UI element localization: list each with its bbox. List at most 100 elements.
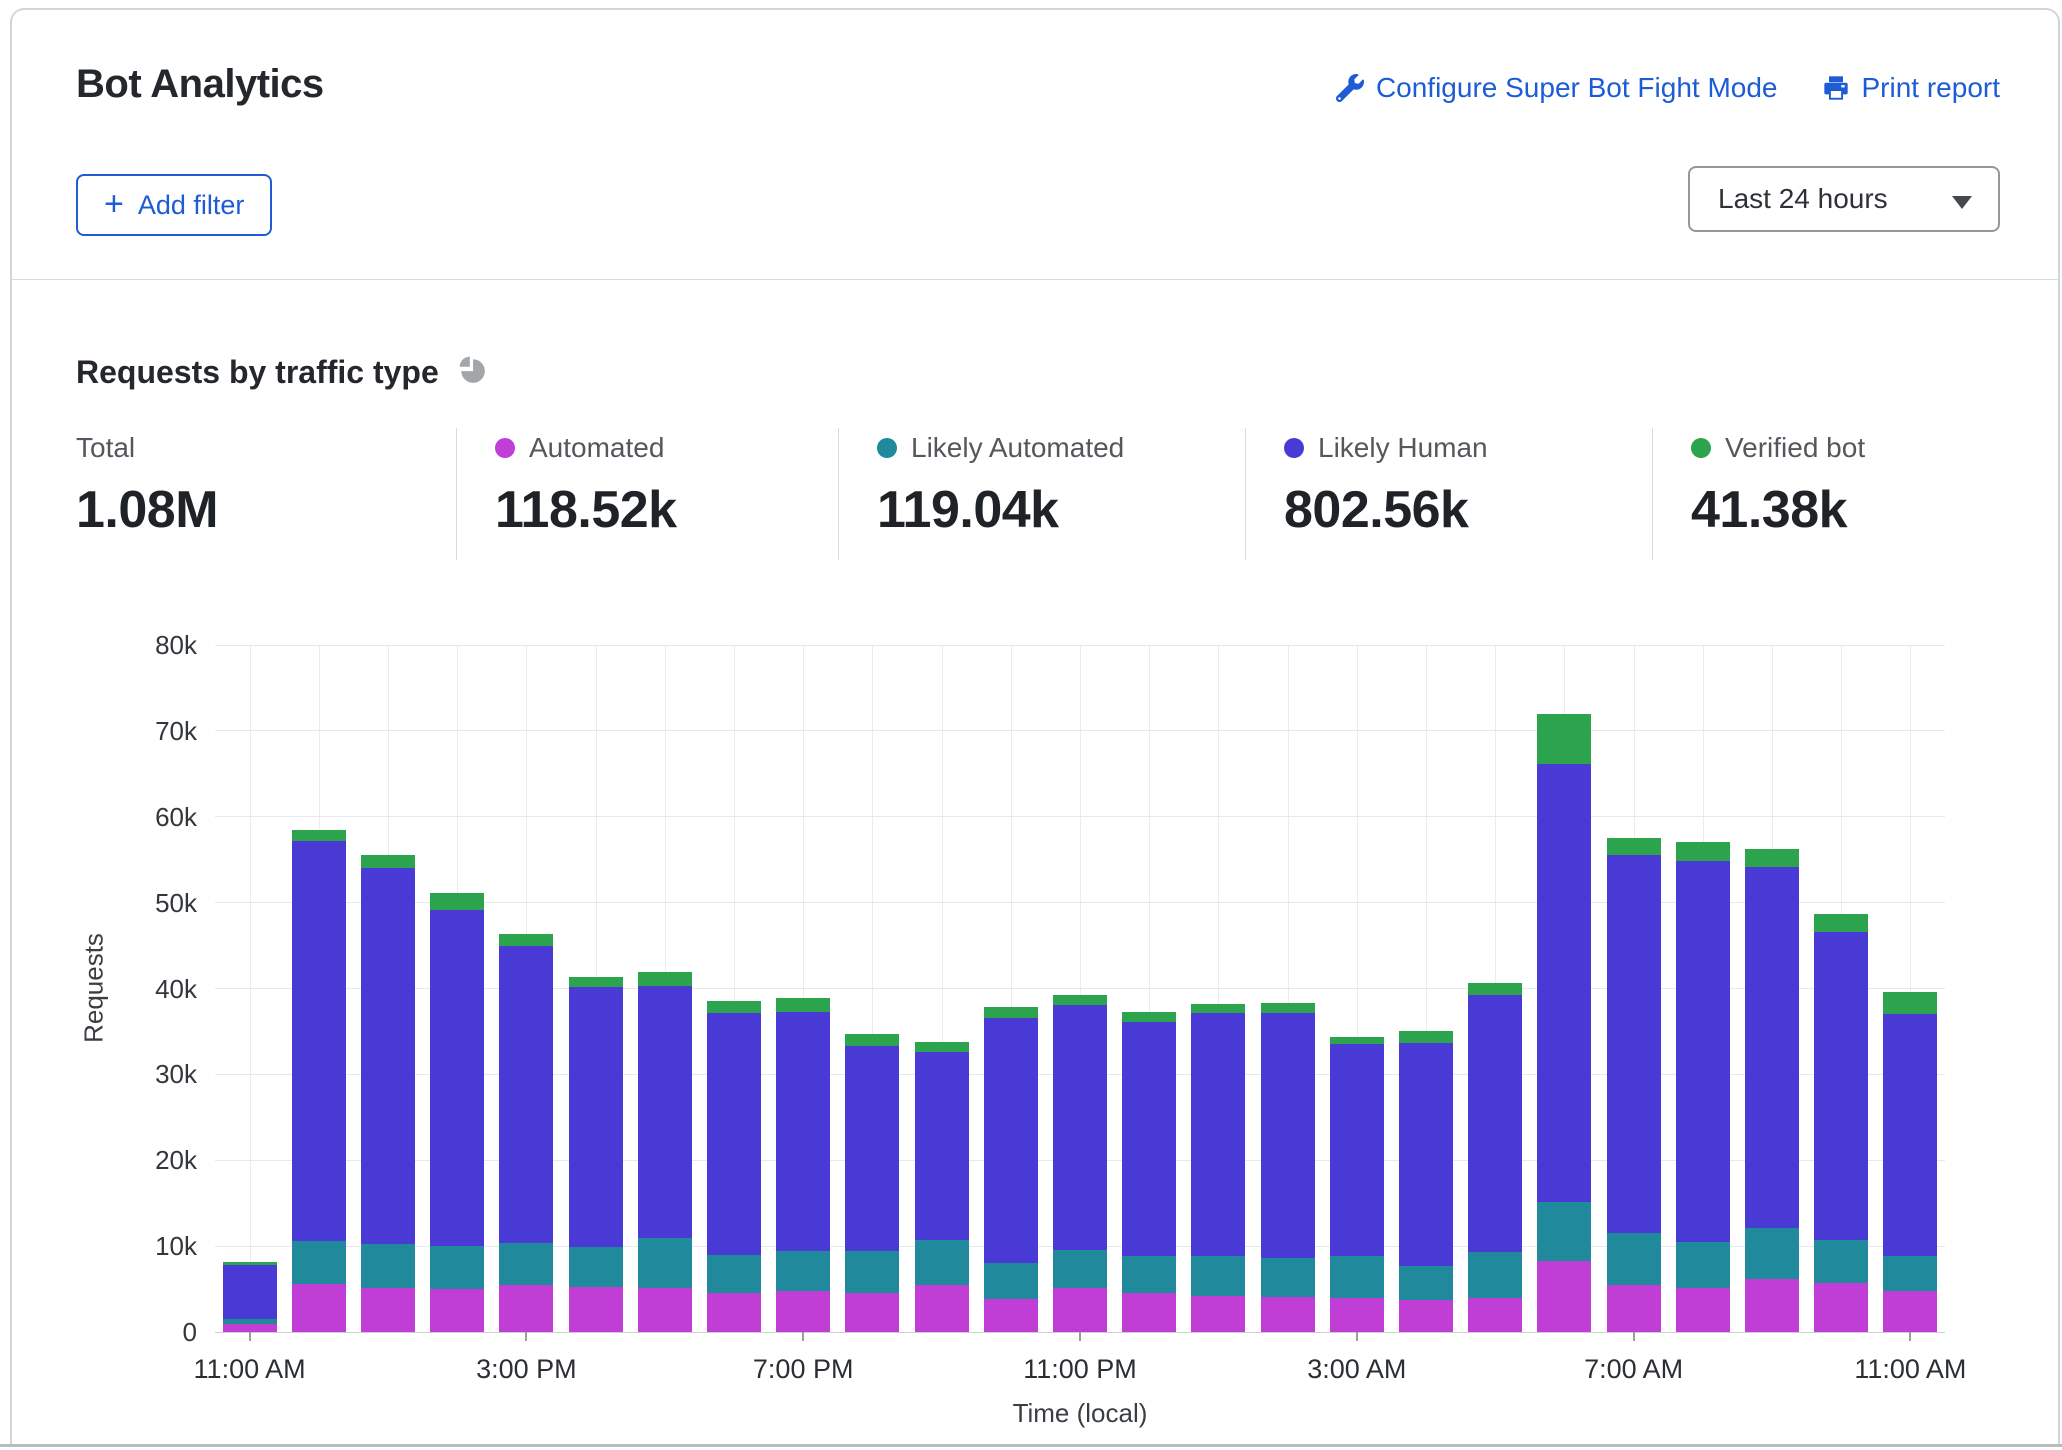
bar-segment-verified-bot[interactable] — [1883, 992, 1937, 1014]
bar-segment-likely-human[interactable] — [638, 986, 692, 1238]
bar-segment-likely-human[interactable] — [1607, 855, 1661, 1233]
bar-stack[interactable] — [915, 645, 969, 1332]
bar-segment-verified-bot[interactable] — [984, 1007, 1038, 1018]
bar-segment-automated[interactable] — [707, 1293, 761, 1332]
bar-segment-verified-bot[interactable] — [1053, 995, 1107, 1005]
bar-stack[interactable] — [845, 645, 899, 1332]
bar-segment-likely-automated[interactable] — [1745, 1228, 1799, 1279]
bar-segment-automated[interactable] — [1676, 1288, 1730, 1332]
bar-segment-verified-bot[interactable] — [1330, 1037, 1384, 1045]
bar-segment-likely-automated[interactable] — [1261, 1258, 1315, 1297]
bar-segment-likely-automated[interactable] — [1537, 1202, 1591, 1260]
bar-stack[interactable] — [361, 645, 415, 1332]
bar-segment-likely-automated[interactable] — [638, 1238, 692, 1288]
bar-stack[interactable] — [292, 645, 346, 1332]
bar-segment-automated[interactable] — [915, 1285, 969, 1332]
bar-segment-automated[interactable] — [1191, 1296, 1245, 1332]
bar-segment-likely-human[interactable] — [1261, 1013, 1315, 1259]
bar-segment-likely-automated[interactable] — [776, 1251, 830, 1291]
bar-segment-automated[interactable] — [1814, 1283, 1868, 1332]
bar-segment-verified-bot[interactable] — [569, 977, 623, 987]
bar-segment-verified-bot[interactable] — [1261, 1003, 1315, 1012]
bar-segment-verified-bot[interactable] — [292, 830, 346, 841]
bar-segment-likely-human[interactable] — [1399, 1043, 1453, 1265]
bar-stack[interactable] — [1814, 645, 1868, 1332]
bar-stack[interactable] — [1745, 645, 1799, 1332]
bar-segment-likely-automated[interactable] — [1053, 1250, 1107, 1289]
bar-segment-automated[interactable] — [430, 1289, 484, 1332]
bar-segment-likely-human[interactable] — [430, 910, 484, 1247]
bar-segment-likely-automated[interactable] — [1468, 1252, 1522, 1298]
bar-segment-likely-human[interactable] — [499, 946, 553, 1242]
bar-segment-automated[interactable] — [1537, 1261, 1591, 1332]
bar-segment-automated[interactable] — [1053, 1288, 1107, 1332]
bar-stack[interactable] — [1053, 645, 1107, 1332]
bar-segment-automated[interactable] — [1468, 1298, 1522, 1332]
bar-stack[interactable] — [1191, 645, 1245, 1332]
bar-segment-likely-human[interactable] — [1468, 995, 1522, 1253]
bar-segment-likely-human[interactable] — [1191, 1013, 1245, 1256]
bar-segment-likely-human[interactable] — [984, 1018, 1038, 1264]
bar-stack[interactable] — [638, 645, 692, 1332]
bar-segment-likely-human[interactable] — [1745, 867, 1799, 1229]
bar-segment-likely-human[interactable] — [1122, 1022, 1176, 1256]
bar-segment-likely-automated[interactable] — [1191, 1256, 1245, 1296]
bar-segment-likely-automated[interactable] — [707, 1255, 761, 1294]
bar-segment-likely-human[interactable] — [569, 987, 623, 1247]
bar-segment-likely-automated[interactable] — [1676, 1242, 1730, 1288]
bar-segment-likely-automated[interactable] — [292, 1241, 346, 1284]
bar-segment-likely-automated[interactable] — [1330, 1256, 1384, 1297]
bar-segment-automated[interactable] — [845, 1293, 899, 1332]
bar-segment-automated[interactable] — [1261, 1297, 1315, 1332]
bar-segment-automated[interactable] — [638, 1288, 692, 1332]
bar-stack[interactable] — [1261, 645, 1315, 1332]
bar-segment-likely-automated[interactable] — [1399, 1266, 1453, 1300]
bar-segment-likely-human[interactable] — [915, 1052, 969, 1240]
bar-stack[interactable] — [1122, 645, 1176, 1332]
bar-stack[interactable] — [1607, 645, 1661, 1332]
bar-segment-likely-automated[interactable] — [1607, 1233, 1661, 1285]
bar-segment-automated[interactable] — [361, 1288, 415, 1332]
bar-segment-likely-human[interactable] — [707, 1013, 761, 1255]
bar-segment-verified-bot[interactable] — [915, 1042, 969, 1052]
bar-segment-likely-human[interactable] — [1330, 1044, 1384, 1256]
bar-segment-verified-bot[interactable] — [1122, 1012, 1176, 1022]
bar-stack[interactable] — [707, 645, 761, 1332]
bar-segment-likely-automated[interactable] — [845, 1251, 899, 1293]
bar-segment-verified-bot[interactable] — [1537, 714, 1591, 765]
bar-segment-verified-bot[interactable] — [361, 855, 415, 869]
bar-segment-likely-automated[interactable] — [1814, 1240, 1868, 1283]
bar-segment-verified-bot[interactable] — [1399, 1031, 1453, 1044]
bar-segment-automated[interactable] — [499, 1285, 553, 1332]
bar-segment-automated[interactable] — [1330, 1298, 1384, 1332]
bar-segment-automated[interactable] — [1745, 1279, 1799, 1332]
bar-segment-verified-bot[interactable] — [1676, 842, 1730, 861]
bar-segment-automated[interactable] — [1122, 1293, 1176, 1333]
bar-stack[interactable] — [1537, 645, 1591, 1332]
bar-segment-likely-automated[interactable] — [915, 1240, 969, 1285]
bar-segment-verified-bot[interactable] — [776, 998, 830, 1012]
bar-segment-automated[interactable] — [1399, 1300, 1453, 1332]
bar-segment-verified-bot[interactable] — [430, 893, 484, 909]
bar-stack[interactable] — [223, 645, 277, 1332]
bar-stack[interactable] — [984, 645, 1038, 1332]
bar-segment-verified-bot[interactable] — [845, 1034, 899, 1046]
bar-segment-likely-automated[interactable] — [499, 1243, 553, 1285]
bar-segment-automated[interactable] — [292, 1284, 346, 1332]
bar-stack[interactable] — [569, 645, 623, 1332]
bar-segment-likely-automated[interactable] — [1883, 1256, 1937, 1290]
bar-stack[interactable] — [499, 645, 553, 1332]
bar-segment-likely-human[interactable] — [1814, 932, 1868, 1240]
bar-segment-likely-human[interactable] — [361, 868, 415, 1244]
bar-segment-likely-automated[interactable] — [569, 1247, 623, 1287]
bar-segment-likely-human[interactable] — [776, 1012, 830, 1252]
bar-segment-likely-automated[interactable] — [984, 1263, 1038, 1299]
bar-segment-verified-bot[interactable] — [1607, 838, 1661, 855]
bar-segment-likely-human[interactable] — [1537, 764, 1591, 1202]
bar-segment-likely-automated[interactable] — [430, 1246, 484, 1289]
bar-segment-likely-human[interactable] — [292, 841, 346, 1241]
bar-stack[interactable] — [1330, 645, 1384, 1332]
bar-segment-likely-human[interactable] — [223, 1265, 277, 1319]
bar-segment-automated[interactable] — [223, 1324, 277, 1332]
bar-segment-automated[interactable] — [1883, 1291, 1937, 1332]
